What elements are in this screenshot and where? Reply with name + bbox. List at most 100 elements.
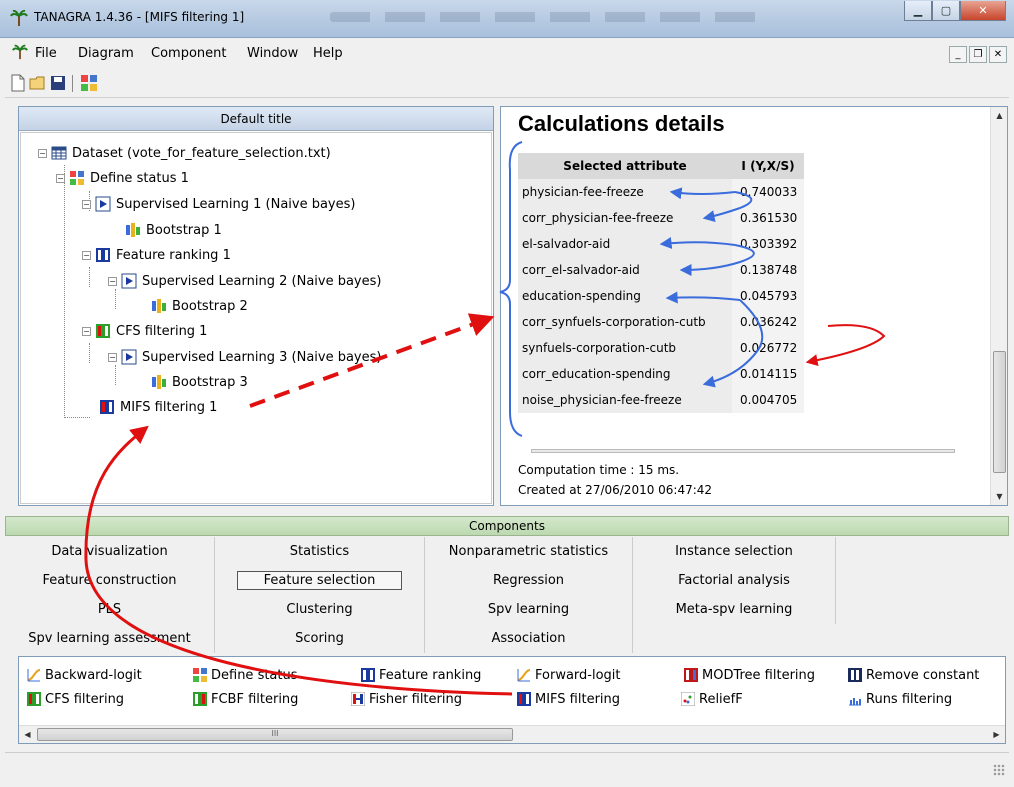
tab-scoring[interactable]: Scoring: [215, 624, 425, 653]
save-icon[interactable]: [49, 74, 67, 92]
tab-spv-learning-assessment[interactable]: Spv learning assessment: [5, 624, 215, 653]
menu-window[interactable]: Window: [247, 46, 298, 61]
tab-spv-learning[interactable]: Spv learning: [425, 595, 633, 624]
close-button[interactable]: ✕: [960, 1, 1006, 21]
tree-node-cfs-filtering[interactable]: − CFS filtering 1: [82, 321, 207, 341]
tab-pls[interactable]: PLS: [5, 595, 215, 624]
tab-nonparametric-statistics[interactable]: Nonparametric statistics: [425, 537, 633, 566]
tool-remove-constant[interactable]: Remove constant: [848, 665, 979, 685]
maximize-button[interactable]: ▢: [932, 1, 960, 21]
tool-relieff[interactable]: ReliefF: [681, 689, 743, 709]
toolbar: [5, 68, 1009, 98]
menu-help[interactable]: Help: [313, 46, 343, 61]
value-cell: 0.361530: [732, 205, 804, 231]
tree-body: − Dataset (vote_for_feature_selection.tx…: [20, 132, 492, 504]
mdi-minimize-button[interactable]: _: [949, 46, 967, 63]
scroll-up-arrow-icon[interactable]: ▲: [991, 107, 1007, 124]
tree-node-supervised-learning-2[interactable]: − Supervised Learning 2 (Naive bayes): [108, 271, 381, 291]
tool-cfs-filtering[interactable]: CFS filtering: [27, 689, 124, 709]
tab-association[interactable]: Association: [425, 624, 633, 653]
define-status-icon[interactable]: [80, 74, 98, 92]
scroll-left-arrow-icon[interactable]: ◀: [19, 726, 36, 743]
status-bar: [5, 752, 1009, 780]
table-row: physician-fee-freeze 0.740033: [518, 179, 804, 205]
collapse-toggle[interactable]: −: [38, 148, 47, 158]
tree-node-label: Bootstrap 3: [172, 374, 248, 390]
logit-curve-icon: [27, 669, 41, 682]
minimize-button[interactable]: ▁: [904, 1, 932, 21]
attribute-cell: corr_synfuels-corporation-cutb: [518, 309, 732, 335]
tool-backward-logit[interactable]: Backward-logit: [27, 665, 142, 685]
collapse-toggle[interactable]: −: [108, 352, 117, 362]
scroll-right-arrow-icon[interactable]: ▶: [988, 726, 1005, 743]
feature-ranking-icon: [361, 668, 375, 682]
new-file-icon[interactable]: [9, 74, 27, 92]
collapse-toggle[interactable]: −: [82, 250, 91, 260]
tree-node-bootstrap-2[interactable]: Bootstrap 2: [151, 296, 248, 316]
tab-regression[interactable]: Regression: [425, 566, 633, 595]
mifs-filtering-icon: [100, 400, 114, 414]
tool-feature-ranking[interactable]: Feature ranking: [361, 665, 481, 685]
tool-forward-logit[interactable]: Forward-logit: [517, 665, 621, 685]
tree-node-supervised-learning-1[interactable]: − Supervised Learning 1 (Naive bayes): [82, 194, 355, 214]
value-cell: 0.026772: [732, 335, 804, 361]
horizontal-scrollbar[interactable]: ◀ III ▶: [19, 725, 1005, 743]
collapse-toggle[interactable]: −: [82, 199, 91, 209]
attribute-cell: physician-fee-freeze: [518, 179, 732, 205]
collapse-toggle[interactable]: −: [56, 173, 65, 183]
menu-component[interactable]: Component: [151, 46, 226, 61]
attribute-cell: synfuels-corporation-cutb: [518, 335, 732, 361]
mdi-child-palm-icon[interactable]: [11, 44, 29, 60]
tool-modtree-filtering[interactable]: MODTree filtering: [684, 665, 815, 685]
open-folder-icon[interactable]: [29, 74, 47, 92]
tool-fisher-filtering[interactable]: Fisher filtering: [351, 689, 462, 709]
tab-instance-selection[interactable]: Instance selection: [633, 537, 836, 566]
tab-statistics[interactable]: Statistics: [215, 537, 425, 566]
attribute-cell: corr_education-spending: [518, 361, 732, 387]
tree-node-feature-ranking[interactable]: − Feature ranking 1: [82, 245, 231, 265]
tree-node-dataset[interactable]: − Dataset (vote_for_feature_selection.tx…: [38, 143, 331, 163]
tanagra-palm-icon: [10, 9, 28, 26]
tree-node-label: Dataset (vote_for_feature_selection.txt): [72, 145, 331, 161]
tab-meta-spv-learning[interactable]: Meta-spv learning: [633, 595, 836, 624]
tab-feature-construction[interactable]: Feature construction: [5, 566, 215, 595]
tab-data-visualization[interactable]: Data visualization: [5, 537, 215, 566]
collapse-toggle[interactable]: −: [82, 326, 91, 336]
bootstrap-icon: [126, 223, 140, 237]
modtree-filtering-icon: [684, 668, 698, 682]
table-row: corr_synfuels-corporation-cutb 0.036242: [518, 309, 804, 335]
collapse-toggle[interactable]: −: [108, 276, 117, 286]
tree-node-mifs-filtering[interactable]: MIFS filtering 1: [99, 397, 217, 417]
tool-mifs-filtering[interactable]: MIFS filtering: [517, 689, 620, 709]
tree-node-bootstrap-1[interactable]: Bootstrap 1: [125, 220, 222, 240]
tab-feature-selection[interactable]: Feature selection: [215, 566, 425, 595]
scroll-thumb[interactable]: III: [37, 728, 513, 741]
logit-curve-icon: [517, 669, 531, 682]
tree-node-define-status[interactable]: − Define status 1: [56, 168, 189, 188]
tree-node-supervised-learning-3[interactable]: − Supervised Learning 3 (Naive bayes): [108, 347, 381, 367]
value-cell: 0.138748: [732, 257, 804, 283]
tool-define-status[interactable]: Define status: [193, 665, 298, 685]
tree-node-label: Define status 1: [90, 170, 189, 186]
tree-node-bootstrap-3[interactable]: Bootstrap 3: [151, 372, 248, 392]
cfs-filtering-icon: [96, 324, 110, 338]
supervised-learning-play-icon: [121, 273, 137, 289]
resize-grip-icon[interactable]: [993, 764, 1005, 776]
mdi-close-button[interactable]: ✕: [989, 46, 1007, 63]
table-row: corr_el-salvador-aid 0.138748: [518, 257, 804, 283]
supervised-learning-play-icon: [121, 349, 137, 365]
menu-diagram[interactable]: Diagram: [78, 46, 134, 61]
mdi-restore-button[interactable]: ❐: [969, 46, 987, 63]
table-row: synfuels-corporation-cutb 0.026772: [518, 335, 804, 361]
menu-file[interactable]: File: [35, 46, 57, 61]
vertical-scrollbar[interactable]: ▲ ▼: [990, 107, 1007, 505]
tab-factorial-analysis[interactable]: Factorial analysis: [633, 566, 836, 595]
tool-runs-filtering[interactable]: Runs filtering: [848, 689, 952, 709]
tab-clustering[interactable]: Clustering: [215, 595, 425, 624]
scroll-thumb[interactable]: [993, 351, 1006, 473]
scroll-down-arrow-icon[interactable]: ▼: [991, 488, 1007, 505]
tool-fcbf-filtering[interactable]: FCBF filtering: [193, 689, 298, 709]
window-title: TANAGRA 1.4.36 - [MIFS filtering 1]: [34, 10, 245, 24]
table-row: corr_physician-fee-freeze 0.361530: [518, 205, 804, 231]
runs-filtering-icon: [849, 698, 861, 706]
